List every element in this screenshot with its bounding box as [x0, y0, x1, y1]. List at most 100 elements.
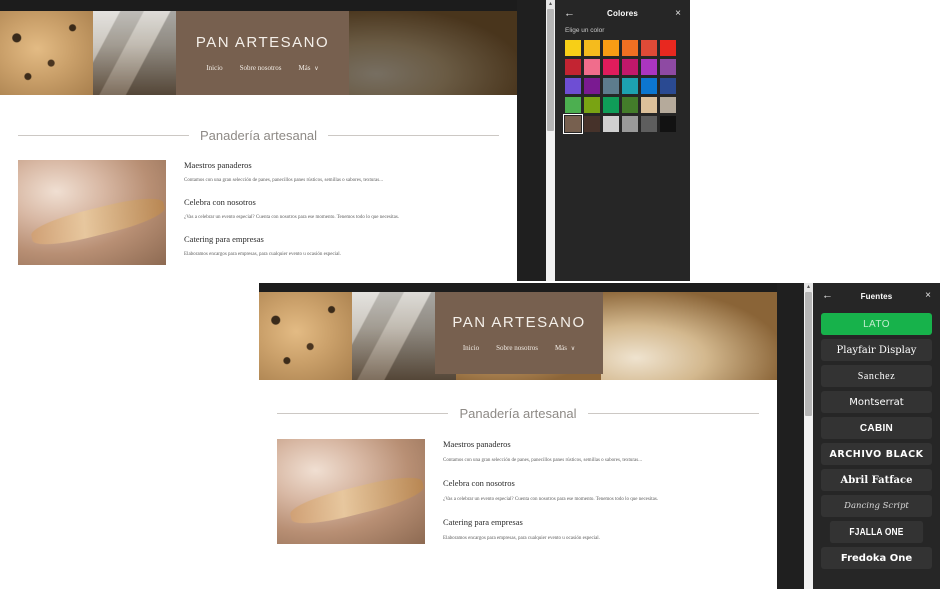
color-swatch[interactable]: [641, 116, 657, 132]
content-text-column-1: Maestros panaderos Contamos con una gran…: [184, 160, 499, 265]
scrollbar-1[interactable]: ▴: [546, 0, 555, 281]
editor-gutter-1: [517, 0, 546, 281]
font-option-label: FJALLA ONE: [849, 526, 904, 538]
nav-link-sobre-nosotros-1[interactable]: Sobre nosotros: [240, 64, 282, 72]
colors-panel-title: Colores: [607, 9, 638, 18]
color-swatch[interactable]: [660, 116, 676, 132]
color-swatch[interactable]: [622, 116, 638, 132]
color-swatch[interactable]: [641, 97, 657, 113]
font-option[interactable]: FJALLA ONE: [829, 521, 924, 543]
color-swatch[interactable]: [603, 78, 619, 94]
color-swatch[interactable]: [660, 59, 676, 75]
color-swatch[interactable]: [622, 59, 638, 75]
color-swatch[interactable]: [603, 116, 619, 132]
color-swatch[interactable]: [603, 59, 619, 75]
color-swatch[interactable]: [563, 114, 583, 134]
item-text-1: Contamos con una gran selección de panes…: [184, 178, 383, 183]
color-swatch[interactable]: [584, 97, 600, 113]
font-option[interactable]: Dancing Script: [821, 495, 932, 517]
content-item-4: Maestros panaderos Contamos con una gran…: [443, 439, 759, 463]
color-swatch[interactable]: [641, 40, 657, 56]
color-swatch[interactable]: [660, 40, 676, 56]
color-swatch[interactable]: [660, 97, 676, 113]
item-heading-2: Celebra con nosotros: [184, 197, 256, 207]
back-arrow-icon-colors[interactable]: ←: [564, 8, 575, 19]
item-heading-6: Catering para empresas: [443, 517, 523, 527]
color-swatch[interactable]: [584, 40, 600, 56]
color-swatch[interactable]: [565, 40, 581, 56]
close-icon-fonts[interactable]: ×: [925, 291, 931, 301]
color-swatch[interactable]: [584, 59, 600, 75]
content-columns-2: Maestros panaderos Contamos con una gran…: [277, 439, 759, 544]
content-columns-1: Maestros panaderos Contamos con una gran…: [18, 160, 499, 265]
font-option-label: Playfair Display: [836, 344, 917, 356]
color-swatch[interactable]: [622, 40, 638, 56]
font-option[interactable]: LATO: [821, 313, 932, 335]
color-swatch[interactable]: [660, 78, 676, 94]
color-swatch[interactable]: [641, 59, 657, 75]
nav-link-mas-1[interactable]: Más ∨: [298, 64, 318, 72]
color-swatch[interactable]: [584, 78, 600, 94]
rule-left-1: [18, 135, 189, 136]
rule-right-2: [587, 413, 759, 414]
section-title-1: Panadería artesanal: [199, 128, 318, 143]
site-body-1: Panadería artesanal Maestros panaderos C…: [0, 95, 517, 281]
fonts-panel-header: ← Fuentes ×: [813, 283, 940, 309]
color-swatch-grid: [555, 34, 690, 134]
scroll-up-arrow-2[interactable]: ▴: [804, 283, 813, 292]
nav-link-mas-label-2: Más: [554, 344, 568, 352]
color-swatch[interactable]: [622, 97, 638, 113]
item-heading-5: Celebra con nosotros: [443, 478, 515, 488]
font-option[interactable]: Playfair Display: [821, 339, 932, 361]
rule-left-2: [277, 413, 449, 414]
color-swatch[interactable]: [603, 97, 619, 113]
colors-panel-subtitle: Elige un color: [565, 27, 605, 34]
font-option[interactable]: ARCHIVO BLACK: [821, 443, 932, 465]
font-option-label: Dancing Script: [844, 501, 909, 511]
section-title-row-2: Panadería artesanal: [277, 406, 759, 421]
color-swatch[interactable]: [584, 116, 600, 132]
website-preview-1: PAN ARTESANO Inicio Sobre nosotros Más ∨…: [0, 0, 517, 281]
font-option[interactable]: CABIN: [821, 417, 932, 439]
editor-gutter-2: [777, 283, 804, 589]
item-text-3: Elaboramos encargos para empresas, para …: [184, 252, 341, 257]
content-item-6: Catering para empresas Elaboramos encarg…: [443, 517, 759, 541]
site-nav-1: Inicio Sobre nosotros Más ∨: [206, 64, 318, 72]
section-title-2: Panadería artesanal: [459, 406, 577, 421]
nav-link-inicio-1[interactable]: Inicio: [206, 64, 222, 72]
font-option-label: ARCHIVO BLACK: [829, 448, 924, 460]
back-arrow-icon-fonts[interactable]: ←: [822, 290, 833, 302]
color-swatch[interactable]: [565, 97, 581, 113]
nav-link-sobre-nosotros-2[interactable]: Sobre nosotros: [496, 344, 538, 352]
content-item-5: Celebra con nosotros ¿Vas a celebrar un …: [443, 478, 759, 502]
font-option[interactable]: Sanchez: [821, 365, 932, 387]
color-swatch[interactable]: [641, 78, 657, 94]
color-swatch[interactable]: [622, 78, 638, 94]
font-option[interactable]: Abril Fatface: [821, 469, 932, 491]
site-header-card-2: PAN ARTESANO Inicio Sobre nosotros Más ∨: [435, 292, 603, 374]
color-swatch[interactable]: [565, 78, 581, 94]
site-brand-2: PAN ARTESANO: [452, 314, 586, 331]
font-list: LATO Playfair Display Sanchez Montserrat CAB…: [813, 309, 940, 569]
content-image-1: [18, 160, 166, 265]
color-swatch[interactable]: [565, 59, 581, 75]
scrollbar-2[interactable]: ▴: [804, 283, 813, 589]
nav-link-inicio-2[interactable]: Inicio: [463, 344, 479, 352]
font-option[interactable]: Fredoka One: [821, 547, 932, 569]
site-body-2: Panadería artesanal Maestros panaderos C…: [259, 380, 777, 589]
scroll-thumb-2[interactable]: [805, 292, 812, 416]
site-brand-1: PAN ARTESANO: [195, 34, 330, 51]
scroll-up-arrow-1[interactable]: ▴: [546, 0, 555, 9]
screenshot-root: PAN ARTESANO Inicio Sobre nosotros Más ∨…: [0, 0, 940, 589]
close-icon-colors[interactable]: ×: [675, 8, 681, 19]
section-title-row-1: Panadería artesanal: [18, 128, 499, 143]
nav-link-mas-2[interactable]: Más ∨: [555, 344, 575, 352]
hero-banner-2: PAN ARTESANO Inicio Sobre nosotros Más ∨: [259, 292, 777, 380]
item-text-6: Elaboramos encargos para empresas, para …: [443, 536, 600, 541]
font-option[interactable]: Montserrat: [821, 391, 932, 413]
scroll-thumb-1[interactable]: [547, 9, 554, 131]
nav-link-mas-label-1: Más: [298, 64, 311, 72]
color-swatch[interactable]: [603, 40, 619, 56]
content-item-3: Catering para empresas Elaboramos encarg…: [184, 234, 499, 257]
item-text-5: ¿Vas a celebrar un evento especial? Cuen…: [443, 497, 659, 502]
